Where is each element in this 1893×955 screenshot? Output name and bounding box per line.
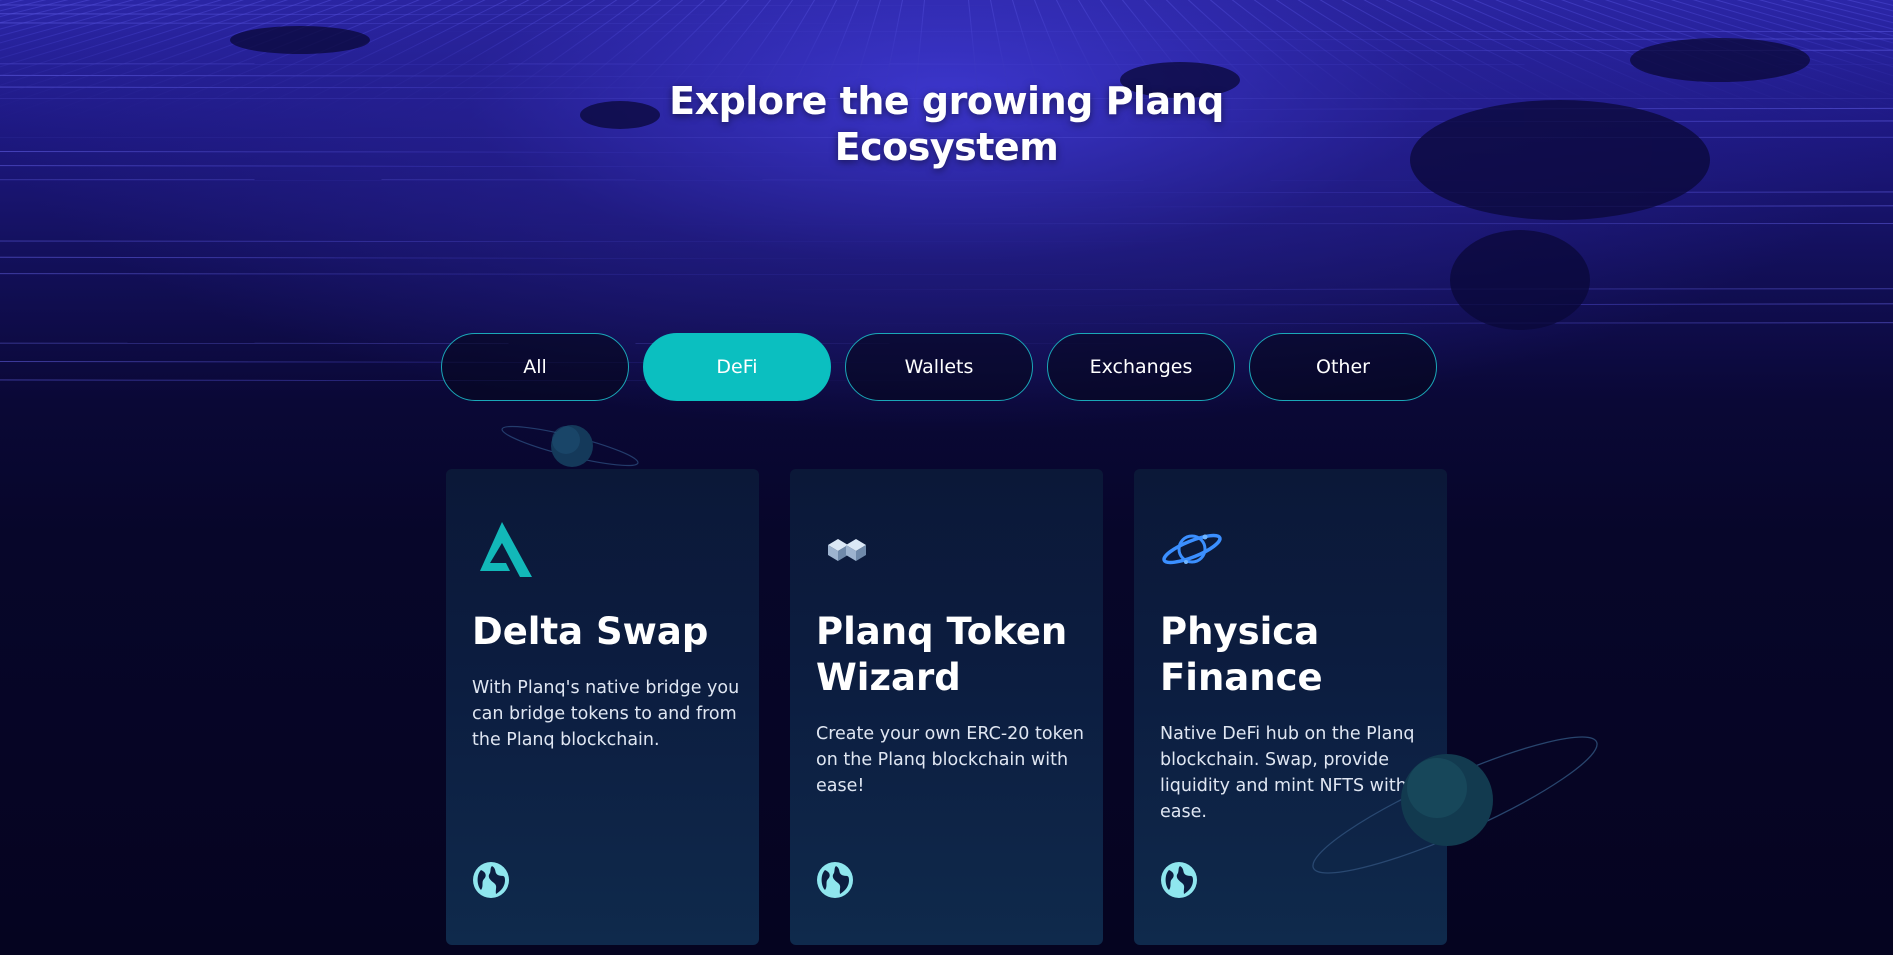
card-title: Planq Token Wizard	[816, 610, 1068, 699]
page-title: Explore the growing Planq Ecosystem	[0, 78, 1893, 170]
filter-exchanges-button[interactable]: Exchanges	[1047, 333, 1235, 401]
globe-icon[interactable]	[472, 861, 510, 899]
card-title: Delta Swap	[472, 610, 709, 653]
project-card-planq-token-wizard: Planq Token Wizard Create your own ERC-2…	[790, 469, 1103, 945]
card-description: Create your own ERC-20 token on the Plan…	[816, 724, 1084, 796]
category-filter-bar: All DeFi Wallets Exchanges Other	[441, 333, 1437, 401]
cubes-logo-icon	[828, 539, 866, 561]
small-planet-decoration	[501, 425, 639, 467]
filter-wallets-button[interactable]: Wallets	[845, 333, 1033, 401]
page-title-line-2: Ecosystem	[834, 125, 1059, 169]
delta-logo-icon	[480, 522, 532, 577]
project-card-delta-swap: Delta Swap With Planq's native bridge yo…	[446, 469, 759, 945]
globe-icon[interactable]	[816, 861, 854, 899]
filter-defi-button[interactable]: DeFi	[643, 333, 831, 401]
ecosystem-card-grid: Delta Swap With Planq's native bridge yo…	[446, 469, 1447, 945]
card-description: With Planq's native bridge you can bridg…	[472, 678, 740, 750]
card-title: Physica Finance	[1160, 610, 1323, 699]
filter-all-button[interactable]: All	[441, 333, 629, 401]
filter-other-button[interactable]: Other	[1249, 333, 1437, 401]
large-planet-decoration	[1312, 736, 1598, 874]
planet-logo-icon	[1162, 533, 1222, 565]
page-title-line-1: Explore the growing Planq	[669, 79, 1224, 123]
globe-icon[interactable]	[1160, 861, 1198, 899]
